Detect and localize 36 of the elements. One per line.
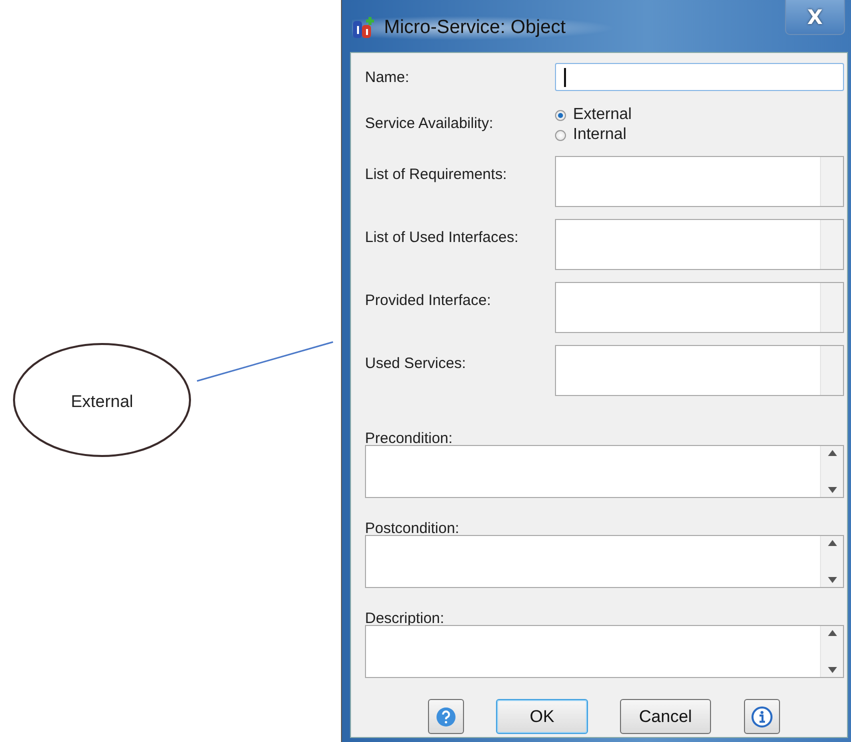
- name-input-field[interactable]: [555, 63, 844, 91]
- text-area-field[interactable]: [365, 535, 844, 588]
- radio-label[interactable]: Internal: [573, 126, 626, 144]
- dialog-button[interactable]: Cancel: [620, 699, 711, 734]
- info-icon: [751, 706, 773, 728]
- callout-label: External: [70, 392, 134, 411]
- field-label: Used Services:: [365, 355, 467, 372]
- field-label: List of Requirements:: [365, 166, 508, 183]
- app-icon: [352, 16, 376, 40]
- list-field[interactable]: [555, 282, 844, 333]
- list-field[interactable]: [555, 219, 844, 270]
- dialog-button[interactable]: OK: [496, 699, 588, 734]
- list-field[interactable]: [555, 345, 844, 396]
- scroll-down-icon[interactable]: [828, 577, 836, 583]
- scroll-up-icon[interactable]: [828, 450, 836, 456]
- text-area-field[interactable]: [365, 445, 844, 498]
- window-title: Micro-Service: Object: [384, 17, 566, 39]
- scroll-down-icon[interactable]: [828, 667, 836, 673]
- radio-button[interactable]: [555, 110, 566, 120]
- field-label: Name:: [365, 68, 410, 86]
- field-label: Postcondition:: [365, 522, 460, 535]
- help-button[interactable]: [428, 699, 464, 734]
- radio-label[interactable]: External: [573, 106, 632, 124]
- field-label: List of Used Interfaces:: [365, 229, 520, 246]
- field-label: Provided Interface:: [365, 292, 492, 309]
- info-button[interactable]: [744, 699, 780, 734]
- field-label: Service Availability:: [365, 115, 494, 132]
- text-area-field[interactable]: [365, 625, 844, 678]
- scroll-down-icon[interactable]: [828, 487, 836, 493]
- field-label: Precondition:: [365, 432, 454, 445]
- scroll-up-icon[interactable]: [828, 630, 836, 636]
- list-field[interactable]: [555, 156, 844, 207]
- field-label: Description:: [365, 612, 446, 625]
- help-icon: [436, 706, 456, 726]
- radio-button[interactable]: [555, 130, 566, 140]
- scroll-up-icon[interactable]: [828, 540, 836, 546]
